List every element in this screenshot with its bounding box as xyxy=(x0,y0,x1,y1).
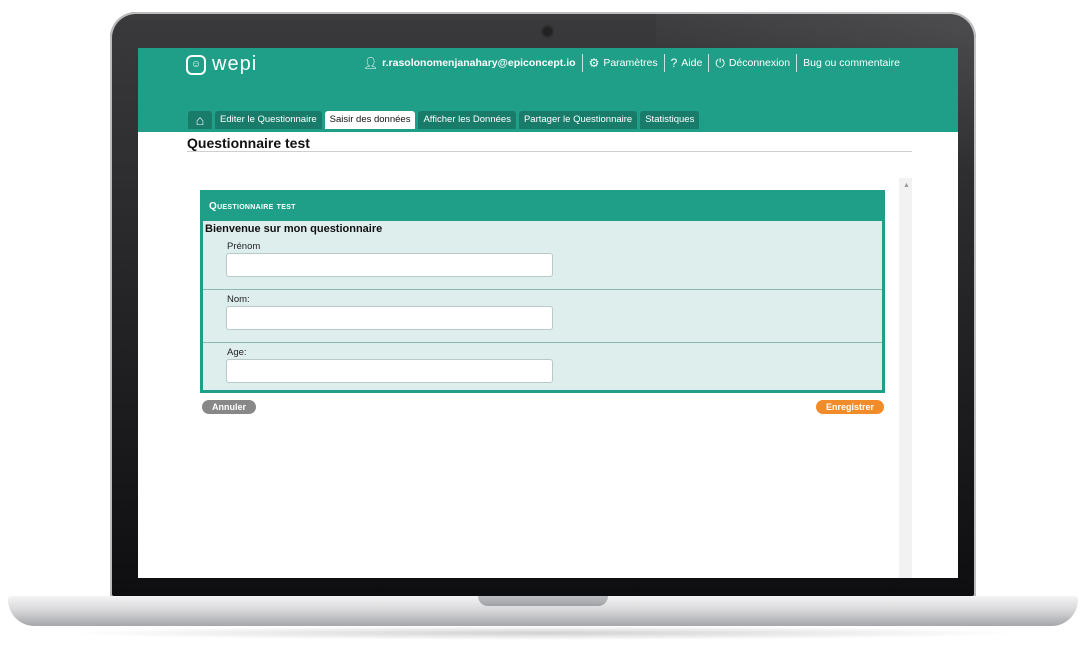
feedback-link[interactable]: Bug ou commentaire xyxy=(797,54,906,72)
form-panel: Questionnaire test Bienvenue sur mon que… xyxy=(187,178,912,578)
form-panel-inner: Questionnaire test Bienvenue sur mon que… xyxy=(187,178,899,578)
form-header: Questionnaire test xyxy=(203,193,882,221)
field-nom: Nom: xyxy=(203,290,882,343)
field-age: Age: xyxy=(203,343,882,395)
divider xyxy=(187,151,912,152)
tab-home[interactable]: ⌂ xyxy=(188,111,212,129)
brand[interactable]: ☺ wepi xyxy=(186,53,257,76)
field-label: Prénom xyxy=(227,241,261,252)
field-prenom: Prénom xyxy=(203,237,882,290)
user-icon: 👤︎ xyxy=(362,56,379,70)
brand-name: wepi xyxy=(212,53,258,75)
power-icon: ⏻ xyxy=(715,56,725,70)
help-label: Aide xyxy=(681,57,703,69)
age-input[interactable] xyxy=(226,359,553,383)
nom-input[interactable] xyxy=(226,306,553,330)
form-welcome: Bienvenue sur mon questionnaire xyxy=(205,223,383,235)
prenom-input[interactable] xyxy=(226,253,553,277)
help-icon: ? xyxy=(670,56,678,70)
settings-link[interactable]: ⚙ Paramètres xyxy=(583,54,664,72)
user-email: r.rasolonomenjanahary@epiconcept.io xyxy=(382,57,576,69)
scroll-up-icon[interactable]: ▲ xyxy=(903,182,910,189)
cancel-button[interactable]: Annuler xyxy=(202,400,257,414)
tab-edit-questionnaire[interactable]: Editer le Questionnaire xyxy=(215,111,322,129)
help-link[interactable]: ? Aide xyxy=(665,54,709,72)
page-title: Questionnaire test xyxy=(187,135,310,151)
field-label: Nom: xyxy=(227,294,250,305)
tab-share-questionnaire[interactable]: Partager le Questionnaire xyxy=(518,111,638,129)
tab-statistics[interactable]: Statistiques xyxy=(640,111,700,129)
save-button[interactable]: Enregistrer xyxy=(816,400,885,414)
feedback-label: Bug ou commentaire xyxy=(803,57,900,69)
user-account-link[interactable]: 👤︎ r.rasolonomenjanahary@epiconcept.io xyxy=(357,54,582,72)
laptop-notch xyxy=(478,596,608,606)
smiley-icon: ☺ xyxy=(186,54,206,75)
laptop-shadow xyxy=(60,626,1026,640)
screen: ☺ wepi 👤︎ r.rasolonomenjanahary@epiconce… xyxy=(138,48,958,578)
field-label: Age: xyxy=(227,347,247,358)
camera-icon xyxy=(543,27,552,36)
top-bar: ☺ wepi 👤︎ r.rasolonomenjanahary@epiconce… xyxy=(138,48,958,132)
gear-icon: ⚙ xyxy=(588,56,600,70)
questionnaire-form: Questionnaire test Bienvenue sur mon que… xyxy=(200,190,885,393)
tab-enter-data[interactable]: Saisir des données xyxy=(324,111,416,129)
logout-link[interactable]: ⏻ Déconnexion xyxy=(709,54,796,72)
settings-label: Paramètres xyxy=(603,57,658,69)
user-bar: 👤︎ r.rasolonomenjanahary@epiconcept.io ⚙… xyxy=(357,54,906,72)
tab-bar: ⌂ Editer le Questionnaire Saisir des don… xyxy=(188,111,700,129)
logout-label: Déconnexion xyxy=(728,57,791,69)
tab-view-data[interactable]: Afficher les Données xyxy=(418,111,516,129)
home-icon: ⌂ xyxy=(195,112,205,128)
